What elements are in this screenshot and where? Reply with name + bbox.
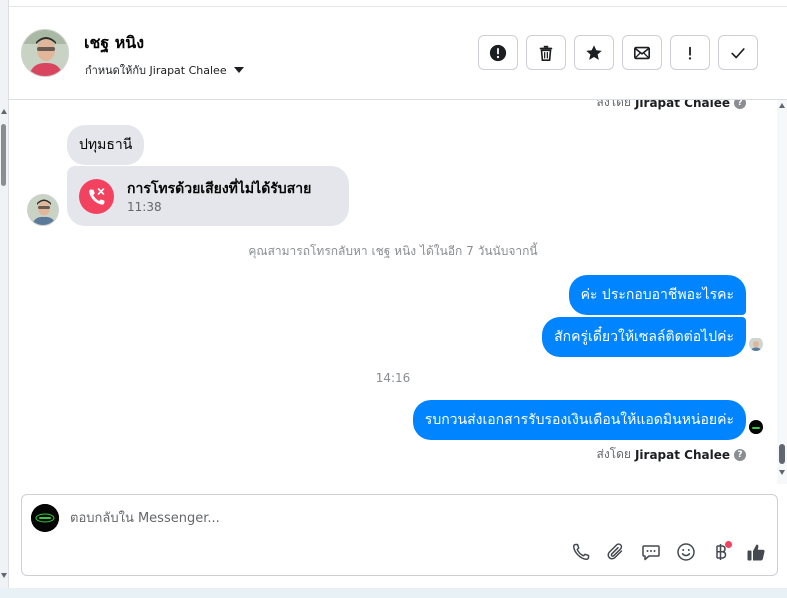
star-button[interactable] (574, 35, 614, 70)
missed-call-title: การโทรด้วยเสียงที่ไม่ได้รับสาย (127, 181, 312, 197)
scroll-thumb[interactable] (779, 444, 785, 464)
phone-button[interactable] (570, 541, 592, 563)
left-scroll-up-arrow[interactable] (1, 109, 7, 114)
envelope-icon (633, 46, 651, 59)
left-scroll-down-arrow[interactable] (1, 573, 7, 578)
checkmark-icon (731, 47, 745, 58)
left-scrollbar[interactable] (0, 0, 9, 598)
scroll-down-arrow[interactable] (779, 470, 785, 475)
missed-call-icon (79, 179, 114, 214)
bottom-strip (0, 588, 787, 598)
thread-scrollbar[interactable] (777, 100, 787, 484)
mark-done-button[interactable] (718, 35, 758, 70)
sent-by-prefix: ส่งโดย (596, 447, 631, 461)
mark-unread-button[interactable] (622, 35, 662, 70)
person-photo-icon (28, 195, 58, 225)
report-button[interactable] (478, 35, 518, 70)
sender-name[interactable]: Jirapat Chalee (635, 100, 730, 110)
notification-dot (725, 541, 732, 548)
exclamation-icon (688, 46, 692, 60)
assignee-dropdown[interactable]: กำหนดให้กับ Jirapat Chalee (85, 61, 244, 79)
star-icon (586, 44, 602, 60)
conversation-header: เชฐ หนิง กำหนดให้กับ Jirapat Chalee (9, 7, 787, 100)
follow-up-button[interactable] (670, 35, 710, 70)
outgoing-message-1[interactable]: ค่ะ ประกอบอาชีพอะไรคะ (568, 275, 746, 315)
sender-name[interactable]: Jirapat Chalee (635, 448, 730, 462)
header-actions (478, 35, 758, 70)
thumbs-up-icon (747, 544, 765, 561)
callback-note: คุณสามารถโทรกลับหา เชฐ หนิง ได้ในอีก 7 ว… (248, 244, 538, 258)
composer-tools (570, 541, 767, 563)
saved-replies-button[interactable] (640, 541, 662, 563)
missed-call-card[interactable]: การโทรด้วยเสียงที่ไม่ได้รับสาย 11:38 (67, 166, 349, 226)
help-icon[interactable]: ? (734, 100, 746, 109)
time-separator: 14:16 (375, 371, 411, 385)
trash-icon (539, 45, 553, 61)
alert-circle-icon (489, 44, 507, 61)
page-avatar (31, 504, 59, 532)
seen-avatar-contact (749, 337, 763, 351)
contact-avatar-small[interactable] (27, 194, 59, 226)
caret-down-icon (233, 67, 244, 73)
outgoing-message-2[interactable]: สักครู่เดี๋ยวให้เซลล์ติดต่อไปค่ะ (542, 317, 746, 357)
emoji-icon (677, 543, 695, 561)
contact-avatar[interactable] (21, 29, 69, 77)
reply-composer (21, 494, 778, 576)
message-thread[interactable]: ส่งโดย Jirapat Chalee ? ปทุมธานี การโทรด… (9, 100, 777, 484)
assignee-label: กำหนดให้กับ Jirapat Chalee (85, 64, 227, 77)
help-icon[interactable]: ? (734, 448, 746, 461)
page-logo-icon (31, 504, 59, 532)
emoji-button[interactable] (675, 541, 697, 563)
saved-replies-icon (642, 545, 660, 561)
phone-x-icon (88, 187, 104, 205)
payment-button[interactable] (710, 541, 732, 563)
attach-button[interactable] (605, 541, 627, 563)
scroll-up-arrow[interactable] (779, 103, 785, 108)
incoming-message[interactable]: ปทุมธานี (67, 125, 145, 165)
missed-call-time: 11:38 (127, 200, 162, 214)
person-photo-icon (22, 30, 68, 76)
sent-by-bottom: ส่งโดย Jirapat Chalee ? (596, 445, 746, 464)
reply-input[interactable] (70, 507, 670, 529)
page-logo-icon (749, 421, 763, 434)
contact-name[interactable]: เชฐ หนิง (84, 31, 144, 56)
delete-button[interactable] (526, 35, 566, 70)
like-button[interactable] (745, 541, 767, 563)
outgoing-message-3[interactable]: รบกวนส่งเอกสารรับรองเงินเดือนให้แอดมินหน… (412, 400, 746, 440)
sent-by-prefix: ส่งโดย (596, 100, 631, 109)
sent-by-top: ส่งโดย Jirapat Chalee ? (596, 100, 746, 112)
left-scroll-thumb[interactable] (1, 124, 6, 186)
phone-icon (572, 543, 590, 561)
person-photo-icon (749, 338, 763, 351)
paperclip-icon (607, 543, 623, 560)
seen-avatar-page (749, 420, 763, 434)
